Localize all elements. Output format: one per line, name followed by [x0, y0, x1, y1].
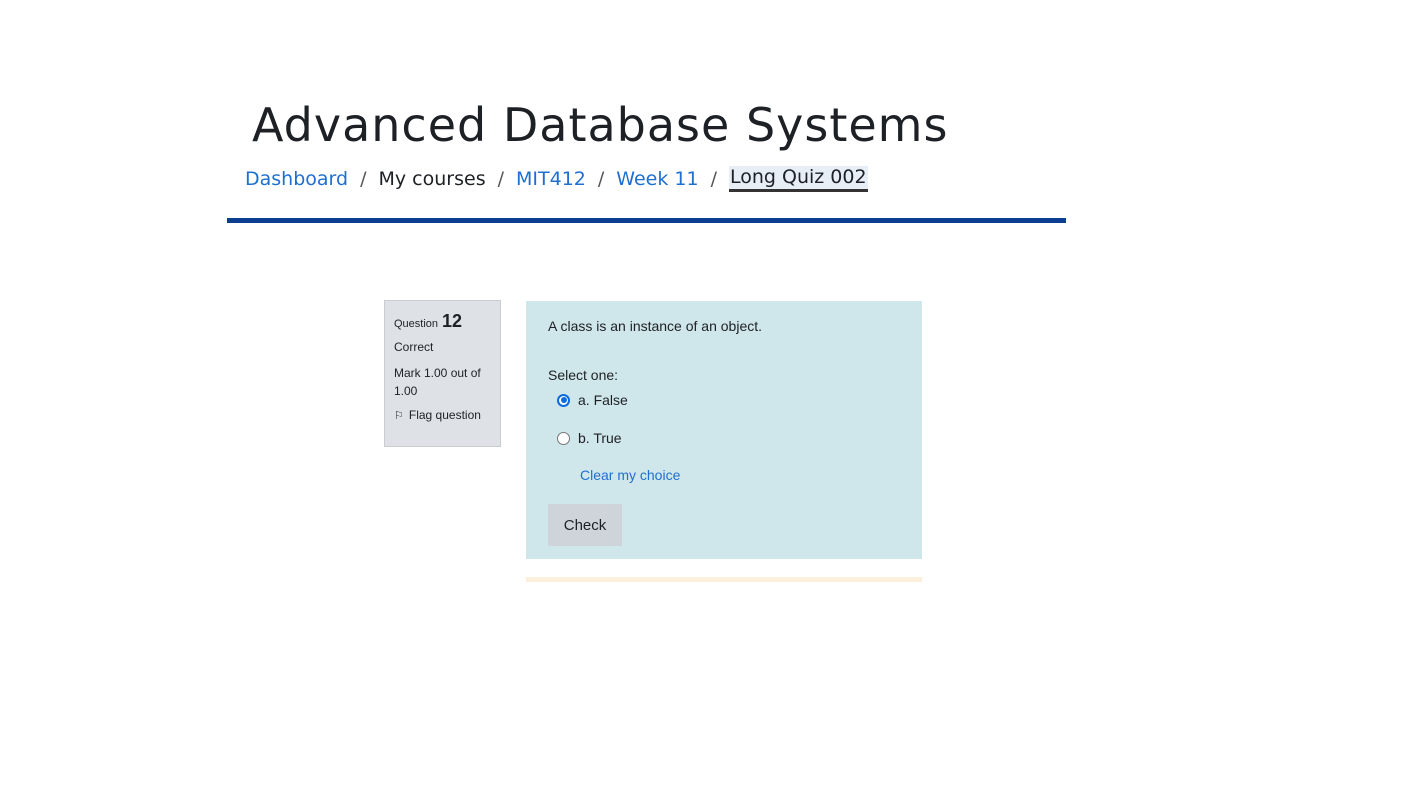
flag-question-link[interactable]: ⚐ Flag question — [394, 408, 491, 422]
answer-option-b[interactable]: b. True — [557, 427, 900, 449]
breadcrumb-separator: / — [597, 168, 605, 190]
question-number: 12 — [442, 311, 463, 331]
question-info-panel: Question 12 Correct Mark 1.00 out of 1.0… — [384, 300, 501, 447]
answer-option-a[interactable]: a. False — [557, 389, 900, 411]
answer-options: a. False b. True — [548, 389, 900, 449]
header-divider — [227, 218, 1066, 223]
clear-choice-link[interactable]: Clear my choice — [580, 467, 680, 483]
question-text: A class is an instance of an object. — [548, 318, 763, 334]
breadcrumb-separator: / — [497, 168, 504, 190]
breadcrumb-my-courses: My courses — [378, 168, 486, 190]
select-prompt: Select one: — [548, 367, 619, 383]
breadcrumb-course[interactable]: MIT412 — [516, 168, 586, 190]
breadcrumb-current[interactable]: Long Quiz 002 — [728, 166, 868, 192]
flag-icon: ⚐ — [394, 409, 404, 422]
check-button[interactable]: Check — [548, 504, 622, 546]
breadcrumb-separator: / — [360, 168, 367, 190]
radio-button-b[interactable] — [557, 431, 570, 445]
question-content: A class is an instance of an object. Sel… — [526, 301, 922, 559]
breadcrumb-separator: / — [710, 168, 717, 190]
breadcrumb-week[interactable]: Week 11 — [616, 168, 698, 190]
question-state: Correct — [394, 340, 434, 354]
question-label: Question — [394, 318, 439, 330]
question-grade: Mark 1.00 out of 1.00 — [394, 366, 481, 398]
breadcrumb: Dashboard / My courses / MIT412 / Week 1… — [245, 166, 868, 192]
page: Advanced Database Systems Dashboard / My… — [0, 0, 1419, 799]
course-title: Advanced Database Systems — [252, 98, 949, 152]
breadcrumb-dashboard[interactable]: Dashboard — [245, 168, 348, 190]
radio-button-a[interactable] — [557, 393, 570, 407]
answer-option-label: a. False — [578, 392, 628, 408]
flag-question-label: Flag question — [408, 408, 481, 422]
question-number-line: Question 12 — [394, 311, 491, 332]
next-question-edge — [526, 577, 922, 582]
answer-option-label: b. True — [578, 430, 622, 446]
